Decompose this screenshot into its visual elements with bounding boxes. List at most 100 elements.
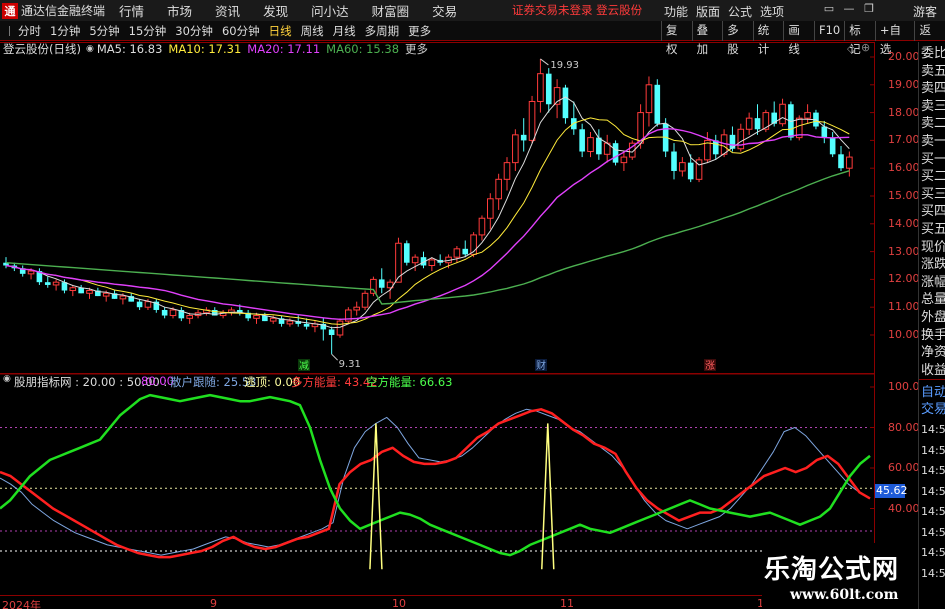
period-more[interactable]: 更多	[408, 23, 431, 39]
price-axis-label: 11.00	[888, 300, 920, 314]
tool-adjust[interactable]: 复权	[661, 21, 692, 56]
indicator-axis-label: 100.0	[888, 380, 920, 393]
period-1min[interactable]: 1分钟	[50, 23, 80, 39]
finance-marker: 财	[536, 359, 546, 372]
quote-field-label: 卖五	[921, 63, 945, 79]
candle-body	[78, 287, 84, 294]
candle-body	[779, 103, 786, 125]
period-15min[interactable]: 15分钟	[129, 23, 167, 39]
rise-marker: 涨	[705, 360, 715, 372]
menu-market[interactable]: 行情	[119, 1, 144, 20]
tool-add-watchlist[interactable]: +自选	[874, 21, 915, 56]
menu-function[interactable]: 功能	[664, 3, 688, 20]
menu-layout[interactable]: 版面	[696, 3, 720, 20]
candle-body	[144, 301, 152, 308]
escape-top-spike	[541, 423, 555, 570]
chart-settings-icon[interactable]: ◇	[847, 42, 855, 55]
period-multi[interactable]: 多周期	[365, 23, 400, 39]
quote-field-label: 卖三	[921, 98, 945, 114]
more-indicators-link[interactable]: 更多	[405, 41, 428, 57]
candle-body	[253, 315, 260, 319]
chart-collapse-icon[interactable]: ⊕	[861, 41, 870, 54]
menu-news[interactable]: 资讯	[215, 1, 240, 20]
menu-trade[interactable]: 交易	[432, 1, 457, 20]
candle-body	[44, 282, 51, 285]
period-monthly[interactable]: 月线	[333, 23, 356, 39]
candle-body	[86, 290, 93, 294]
ma-dropdown-icon[interactable]: ◉	[86, 44, 94, 54]
candle-body	[587, 137, 594, 153]
chart-canvas[interactable]: 19.93 9.31 减 财 涨	[0, 42, 875, 609]
guest-label[interactable]: 游客	[913, 3, 937, 20]
indicator-80-value: 80.00	[141, 374, 174, 388]
period-30min[interactable]: 30分钟	[175, 23, 213, 39]
watermark-url: www.60lt.com	[790, 587, 899, 603]
quote-field-label: 外盘	[921, 310, 945, 325]
candle-body	[537, 73, 544, 102]
candle-body	[286, 320, 294, 325]
candle-body	[512, 134, 519, 164]
candle-body	[838, 154, 844, 169]
candle-body	[754, 118, 761, 130]
candle-body	[620, 156, 628, 164]
quote-side-panel: 委比 卖五 卖四 卖三 卖二 卖一 买一 买二 买三 买四 买五 现价 涨跌 涨幅 总量 外盘 换手 净资 收益 自…	[918, 42, 945, 609]
tick-time: 14:55	[921, 423, 945, 436]
tool-multi-stock[interactable]: 多股	[722, 21, 753, 56]
watermark-title: 乐淘公式网	[764, 555, 900, 585]
menu-options[interactable]: 选项	[760, 3, 784, 20]
window-list-icon[interactable]: ▭	[822, 2, 836, 15]
menu-wealth[interactable]: 财富圈	[372, 1, 410, 20]
candle-body	[503, 162, 511, 180]
auto-trade-label-2[interactable]: 交易	[919, 402, 945, 417]
tool-stats[interactable]: 统计	[752, 21, 784, 56]
quote-field-label: 卖四	[921, 81, 945, 97]
tick-time: 14:56	[921, 525, 945, 539]
candle-body	[804, 112, 811, 119]
auto-trade-label-1[interactable]: 自动	[919, 385, 945, 400]
tick-time: 14:56	[921, 505, 945, 518]
restore-icon[interactable]: ❐	[862, 2, 876, 15]
candle-body	[712, 140, 719, 155]
candle-body	[737, 128, 745, 150]
trade-login-notice[interactable]: 证券交易未登录 登云股份	[512, 2, 642, 18]
high-pointer	[540, 58, 549, 66]
price-axis-label: 18.00	[888, 105, 920, 119]
quote-field-label: 买五	[921, 222, 945, 237]
tool-draw[interactable]: 画线	[783, 21, 814, 56]
tool-mark[interactable]: 标记	[844, 21, 875, 56]
price-axis-label: 20.00	[888, 50, 920, 63]
candle-body	[846, 156, 853, 169]
period-60min[interactable]: 60分钟	[222, 23, 260, 39]
candle-body	[169, 309, 177, 317]
candle-body	[378, 279, 385, 288]
minimize-icon[interactable]: —	[842, 2, 856, 15]
period-timeshare[interactable]: 分时	[18, 23, 41, 39]
candle-body	[136, 301, 143, 308]
candle-body	[562, 87, 569, 119]
candle-body	[361, 292, 369, 308]
price-axis-label: 15.00	[888, 189, 920, 202]
indicator-header: ◉ 股朋指标网 : 20.00 : 50.00 : 80.00 散户跟随: 25…	[0, 374, 875, 389]
period-5min[interactable]: 5分钟	[89, 23, 119, 39]
menu-discover[interactable]: 发现	[263, 1, 288, 20]
quote-field-label: 委比	[921, 46, 945, 61]
candle-body	[404, 243, 410, 263]
menu-markets[interactable]: 市场	[167, 1, 192, 20]
tool-back[interactable]: 返回	[914, 21, 945, 56]
candle-body	[119, 295, 127, 300]
tool-f10[interactable]: F10	[813, 21, 844, 41]
indicator-dropdown-icon[interactable]: ◉	[3, 374, 11, 384]
menu-ask[interactable]: 问小达	[311, 1, 349, 20]
reduce-marker: 减	[299, 360, 309, 372]
period-weekly[interactable]: 周线	[301, 23, 324, 39]
period-daily[interactable]: 日线	[269, 23, 292, 39]
candle-body	[687, 162, 694, 180]
indicator-line-retail	[0, 408, 871, 556]
menu-formula[interactable]: 公式	[728, 3, 752, 20]
period-toolbar: 分时 1分钟 5分钟 15分钟 30分钟 60分钟 日线 周线 月线 多周期 更…	[0, 21, 945, 56]
quote-field-label: 卖二	[921, 116, 945, 132]
tool-overlay[interactable]: 叠加	[691, 21, 723, 56]
candle-body	[821, 126, 828, 138]
tick-time: 14:56	[921, 464, 945, 477]
app-logo-icon: 通	[2, 2, 18, 19]
